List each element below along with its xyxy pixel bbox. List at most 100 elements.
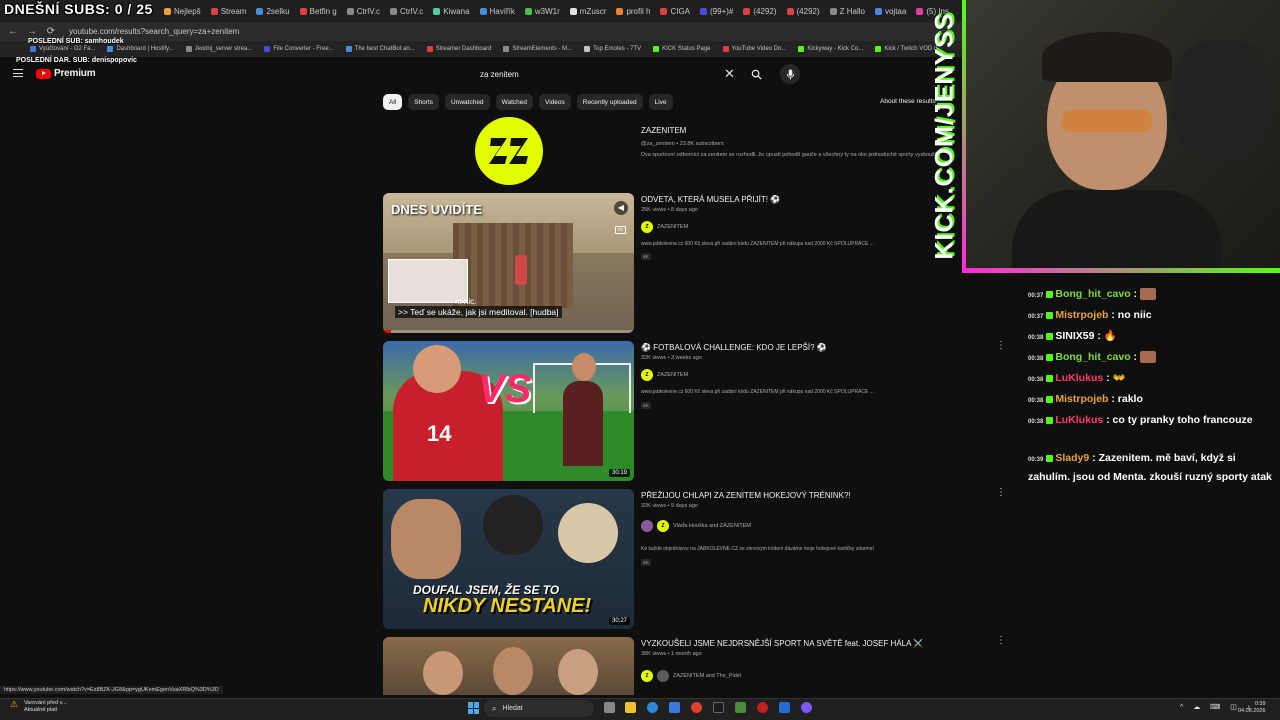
word-icon[interactable] xyxy=(779,702,790,713)
clear-search-icon[interactable]: ✕ xyxy=(724,66,735,82)
video-thumbnail-2[interactable]: 14 VS 30:19 xyxy=(383,341,634,481)
tab-label: CtrlV.c xyxy=(400,6,424,16)
browser-tab[interactable]: 2selku xyxy=(252,2,293,20)
browser-tab[interactable]: mZuscr xyxy=(566,2,611,20)
browser-tab[interactable]: (99+)# xyxy=(696,2,737,20)
filter-chip-watched[interactable]: Watched xyxy=(495,94,533,110)
chat-username[interactable]: LuKlukus xyxy=(1055,372,1103,384)
badge-4k: 4K xyxy=(641,559,651,566)
tab-favicon-icon xyxy=(433,7,441,15)
more-actions-icon[interactable]: ⋮ xyxy=(996,487,1006,498)
bookmark[interactable]: Top Emotes - 7TV xyxy=(584,46,641,52)
chat-username[interactable]: Mistrpojeb xyxy=(1055,393,1108,405)
chat-username[interactable]: SINIX59 xyxy=(1055,330,1094,342)
youtube-logo[interactable]: Premium xyxy=(36,68,96,79)
video-channel-4[interactable]: Z ZAZENITEM and The_Pidel xyxy=(641,670,741,682)
bookmark[interactable]: Vyúčtování - O2 Fa... xyxy=(30,46,95,52)
channel-meta: @za_zenitem • 23.8K subscribers xyxy=(641,141,724,147)
kick-badge-icon xyxy=(1046,353,1054,361)
video-thumbnail-1[interactable]: DNES UVIDÍTE ◀ cc m nic. >> Teď se ukáže… xyxy=(383,193,634,333)
video-title-3[interactable]: PŘEŽIJOU CHLAPI ZA ZENITEM HOKEJOVÝ TRÉN… xyxy=(641,491,851,500)
browser-tab[interactable]: profil h xyxy=(612,2,654,20)
taskbar-search[interactable]: ⌕ Hledat xyxy=(484,700,594,717)
chat-username[interactable]: Mistrpojeb xyxy=(1055,309,1108,321)
browser-tab[interactable]: Kiwana xyxy=(429,2,473,20)
video-channel-3[interactable]: Z Vláďa Houška and ZAZENITEM xyxy=(641,520,751,532)
preview-progress-fill xyxy=(383,330,391,333)
bookmark[interactable]: Kickyway - Kick Co... xyxy=(798,46,863,52)
weather-notification[interactable]: ⚠ Varování před v... Aktuálně platí xyxy=(10,700,67,714)
bookmark-favicon-icon xyxy=(107,46,114,52)
browser-tab[interactable]: Stream xyxy=(207,2,251,20)
browser-tab[interactable]: Havířík xyxy=(476,2,519,20)
bookmark-favicon-icon xyxy=(503,46,510,52)
bookmark[interactable]: Dashboard | Hostify... xyxy=(107,46,174,52)
hamburger-menu-icon[interactable] xyxy=(13,69,23,77)
edge-icon[interactable] xyxy=(647,702,658,713)
app-icon[interactable] xyxy=(735,702,746,713)
more-actions-icon[interactable]: ⋮ xyxy=(996,340,1006,351)
file-explorer-icon[interactable] xyxy=(625,702,636,713)
search-input[interactable]: za zenitem xyxy=(471,64,743,85)
bookmark[interactable]: YouTube Video Do... xyxy=(722,46,786,52)
store-icon[interactable] xyxy=(669,702,680,713)
logo-premium-text: Premium xyxy=(54,68,96,79)
back-icon[interactable]: ← xyxy=(8,26,18,37)
filter-chip-videos[interactable]: Videos xyxy=(538,94,571,110)
preview-progress-bar[interactable] xyxy=(383,330,634,333)
channel-avatar[interactable] xyxy=(475,117,543,185)
channel-name[interactable]: ZAZENITEM xyxy=(641,126,686,135)
chat-username[interactable]: Bong_hit_cavo xyxy=(1055,351,1130,363)
bookmark[interactable]: The best ChatBot an... xyxy=(345,46,415,52)
browser-tab[interactable]: CIGA xyxy=(656,2,694,20)
obs-icon[interactable] xyxy=(757,702,768,713)
windows-taskbar xyxy=(0,698,1280,720)
filter-chip-shorts[interactable]: Shorts xyxy=(408,94,440,110)
voice-search-button[interactable] xyxy=(780,64,800,84)
task-view-icon[interactable] xyxy=(604,702,615,713)
browser-tab[interactable]: vojtaa xyxy=(871,2,910,20)
video-channel-2[interactable]: Z ZAZENITEM xyxy=(641,369,688,381)
video-thumbnail-4[interactable] xyxy=(383,637,634,695)
chat-username[interactable]: LuKlukus xyxy=(1055,414,1103,426)
browser-tab[interactable]: Betfin g xyxy=(296,2,341,20)
filter-chip-live[interactable]: Live xyxy=(648,94,673,110)
forward-icon[interactable]: → xyxy=(27,26,37,37)
bookmark[interactable]: Jeodoj_server strea... xyxy=(185,46,252,52)
filter-chip-unwatched[interactable]: Unwatched xyxy=(445,94,490,110)
taskbar-clock[interactable]: 0:39 04.08.2026 xyxy=(1238,701,1266,715)
about-results-link[interactable]: About these results xyxy=(880,98,936,105)
video-title-2[interactable]: ⚽ FOTBALOVÁ CHALLENGE: KDO JE LEPŠÍ? ⚽ xyxy=(641,343,827,352)
reload-icon[interactable]: ⟳ xyxy=(46,26,56,37)
captions-icon[interactable]: cc xyxy=(615,226,626,234)
search-button[interactable] xyxy=(744,64,768,85)
bookmark[interactable]: Streamer Dashboard xyxy=(426,46,491,52)
browser-tab[interactable]: CtrlV.c xyxy=(386,2,427,20)
filter-chip-recently-uploaded[interactable]: Recently uploaded xyxy=(576,94,643,110)
filter-chip-all[interactable]: All xyxy=(383,94,403,110)
video-thumbnail-3[interactable]: DOUFAL JSEM, ŽE SE TO NIKDY NESTANE! 30:… xyxy=(383,489,634,629)
browser-tab[interactable]: (4292) xyxy=(739,2,780,20)
browser-tab[interactable]: Nejlepš xyxy=(160,2,205,20)
bookmark[interactable]: KICK Status Page xyxy=(653,46,711,52)
more-actions-icon[interactable]: ⋮ xyxy=(996,635,1006,646)
video-channel-1[interactable]: Z ZAZENITEM xyxy=(641,221,688,233)
bookmark[interactable]: StreamElements - M... xyxy=(503,46,572,52)
chat-username[interactable]: Bong_hit_cavo xyxy=(1055,288,1130,300)
start-button[interactable] xyxy=(468,702,480,714)
browser-tab[interactable]: (4292) xyxy=(783,2,824,20)
browser-tab[interactable]: w3W1r xyxy=(521,2,564,20)
video-title-1[interactable]: ODVETA, KTERÁ MUSELA PŘIJÍT! ⚽ xyxy=(641,195,780,204)
mute-icon[interactable]: ◀ xyxy=(614,201,628,215)
terminal-icon[interactable] xyxy=(713,702,724,713)
bookmark-favicon-icon xyxy=(30,46,36,52)
url-field[interactable]: youtube.com/results?search_query=za+zeni… xyxy=(69,27,239,36)
browser-tab[interactable]: Z Hallo xyxy=(826,2,869,20)
chrome-icon[interactable] xyxy=(691,702,702,713)
browser-tab[interactable]: CtrlV.c xyxy=(343,2,384,20)
notification-line-1: Varování před v... xyxy=(24,700,67,706)
video-title-4[interactable]: VYZKOUŠELI JSME NEJDRSNĚJŠÍ SPORT NA SVĚ… xyxy=(641,639,923,648)
chat-username[interactable]: Slady9 xyxy=(1055,452,1089,464)
bookmark[interactable]: File Converter - Free... xyxy=(264,46,334,52)
discord-icon[interactable] xyxy=(801,702,812,713)
